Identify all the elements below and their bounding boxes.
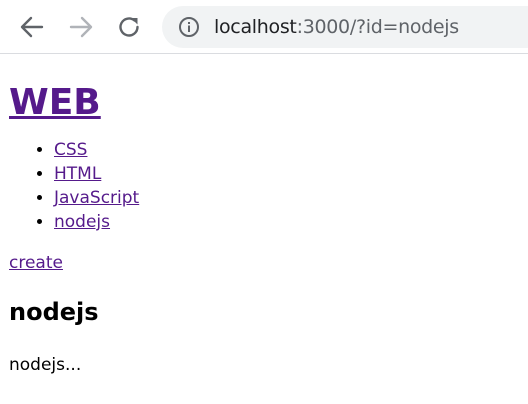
list-item: nodejs	[54, 210, 519, 234]
topic-link-nodejs[interactable]: nodejs	[54, 212, 110, 232]
page-content: WEB CSS HTML JavaScript nodejs create no…	[0, 82, 528, 376]
list-item: HTML	[54, 162, 519, 186]
page-title: WEB	[9, 82, 519, 124]
topic-description: nodejs...	[9, 355, 82, 375]
topic-link-css[interactable]: CSS	[54, 140, 87, 160]
address-bar[interactable]: localhost:3000/?id=nodejs	[162, 6, 528, 48]
info-icon[interactable]	[178, 16, 200, 38]
topic-heading: nodejs	[9, 298, 99, 326]
url-path: :3000/?id=nodejs	[296, 16, 460, 38]
topic-list: CSS HTML JavaScript nodejs	[9, 138, 519, 234]
reload-icon	[119, 17, 139, 37]
forward-button[interactable]	[63, 9, 99, 45]
browser-toolbar: localhost:3000/?id=nodejs	[0, 0, 528, 54]
topic-link-html[interactable]: HTML	[54, 164, 101, 184]
topic-link-javascript[interactable]: JavaScript	[54, 188, 139, 208]
list-item: CSS	[54, 138, 519, 162]
forward-arrow-icon	[69, 16, 93, 38]
url-host: localhost	[214, 16, 297, 38]
url-text[interactable]: localhost:3000/?id=nodejs	[214, 6, 459, 48]
create-link[interactable]: create	[9, 252, 519, 274]
reload-button[interactable]	[111, 9, 147, 45]
back-arrow-icon	[20, 16, 44, 38]
back-button[interactable]	[14, 9, 50, 45]
home-link[interactable]: WEB	[9, 82, 101, 123]
list-item: JavaScript	[54, 186, 519, 210]
